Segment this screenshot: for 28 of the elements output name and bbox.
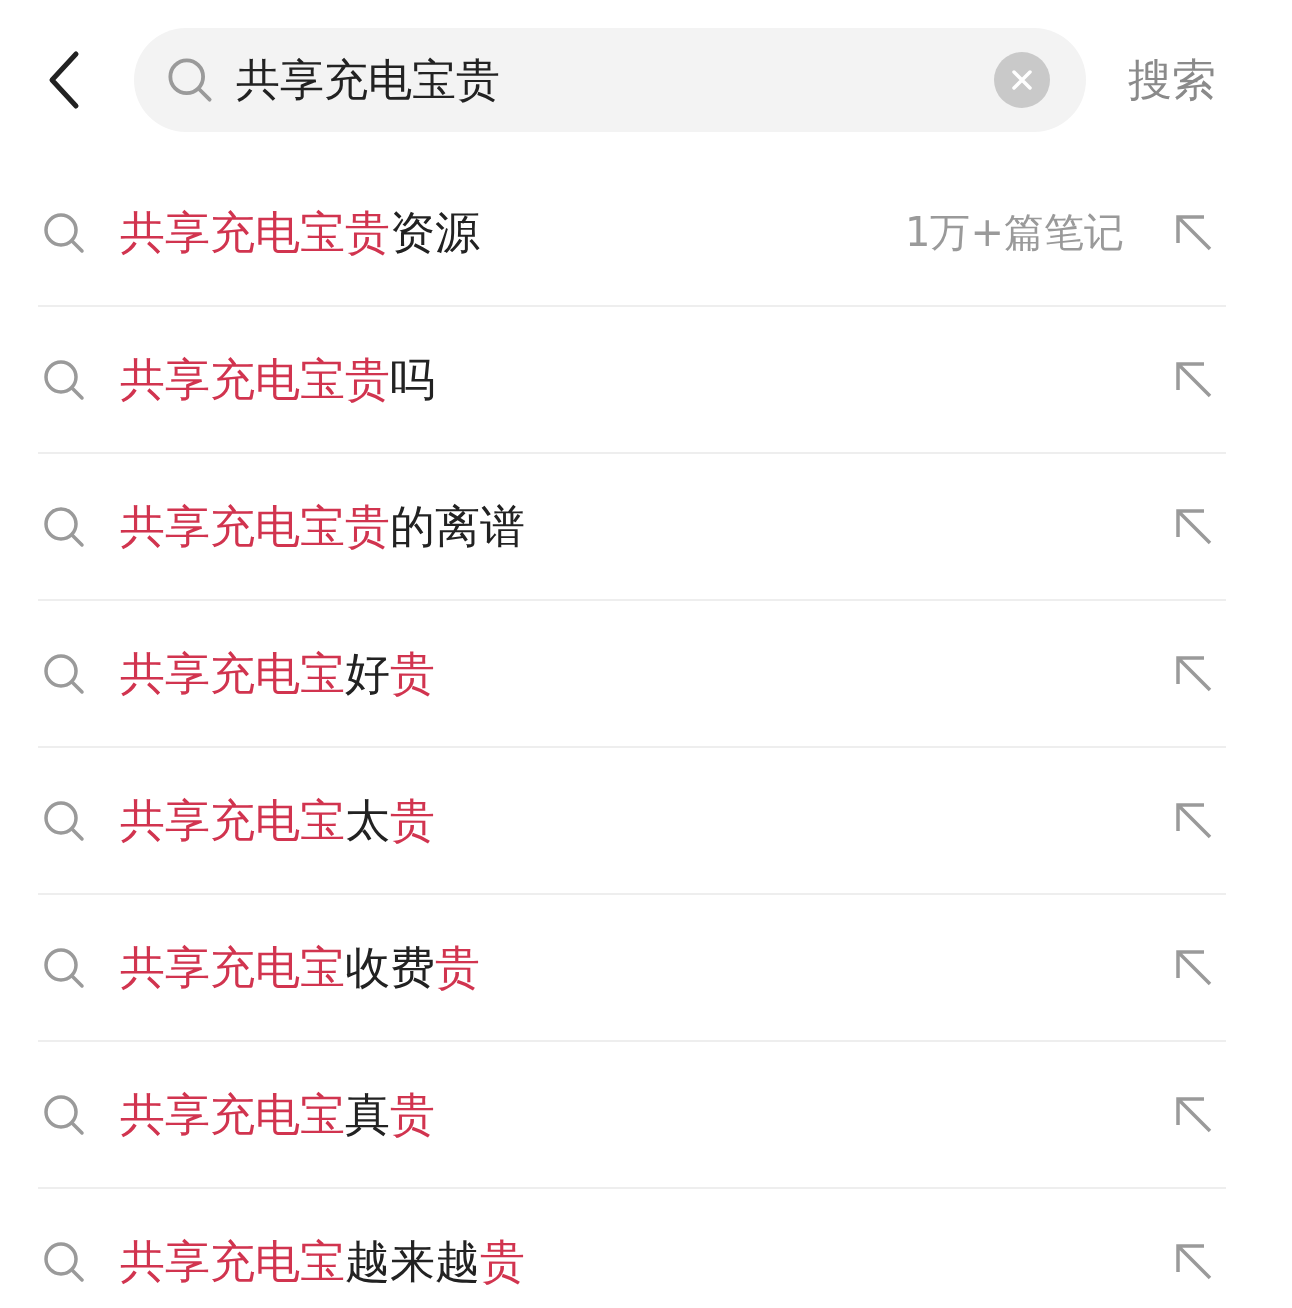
search-icon [42,504,86,549]
arrow-up-left-icon[interactable] [1174,212,1214,253]
search-icon [166,56,214,104]
arrow-up-left-icon[interactable] [1174,947,1214,988]
search-field[interactable]: 共享充电宝贵 [134,28,1086,132]
search-icon [42,1239,86,1284]
arrow-up-left-icon[interactable] [1174,1241,1214,1282]
suggestion-item[interactable]: 共享充电宝贵资源 [120,202,906,263]
suggestion-item[interactable]: 共享充电宝好贵 [120,643,1174,704]
suggestion-item[interactable]: 共享充电宝贵吗 [120,349,1174,410]
note-count: 1万+篇笔记 [905,208,1124,257]
suggestion-item[interactable]: 共享充电宝太贵 [120,790,1174,851]
search-icon [42,1092,86,1137]
arrow-up-left-icon[interactable] [1174,359,1214,400]
search-icon [42,210,86,255]
search-icon [42,798,86,843]
search-icon [42,945,86,990]
search-icon [42,357,86,402]
arrow-up-left-icon[interactable] [1174,506,1214,547]
suggestion-item[interactable]: 共享充电宝越来越贵 [120,1231,1174,1292]
search-icon [42,651,86,696]
arrow-up-left-icon[interactable] [1174,653,1214,694]
suggestion-item[interactable]: 共享充电宝收费贵 [120,937,1174,998]
suggestion-item[interactable]: 共享充电宝真贵 [120,1084,1174,1145]
arrow-up-left-icon[interactable] [1174,1094,1214,1135]
arrow-up-left-icon[interactable] [1174,800,1214,841]
suggestion-item[interactable]: 共享充电宝贵的离谱 [120,496,1174,557]
clear-icon[interactable] [994,52,1050,108]
